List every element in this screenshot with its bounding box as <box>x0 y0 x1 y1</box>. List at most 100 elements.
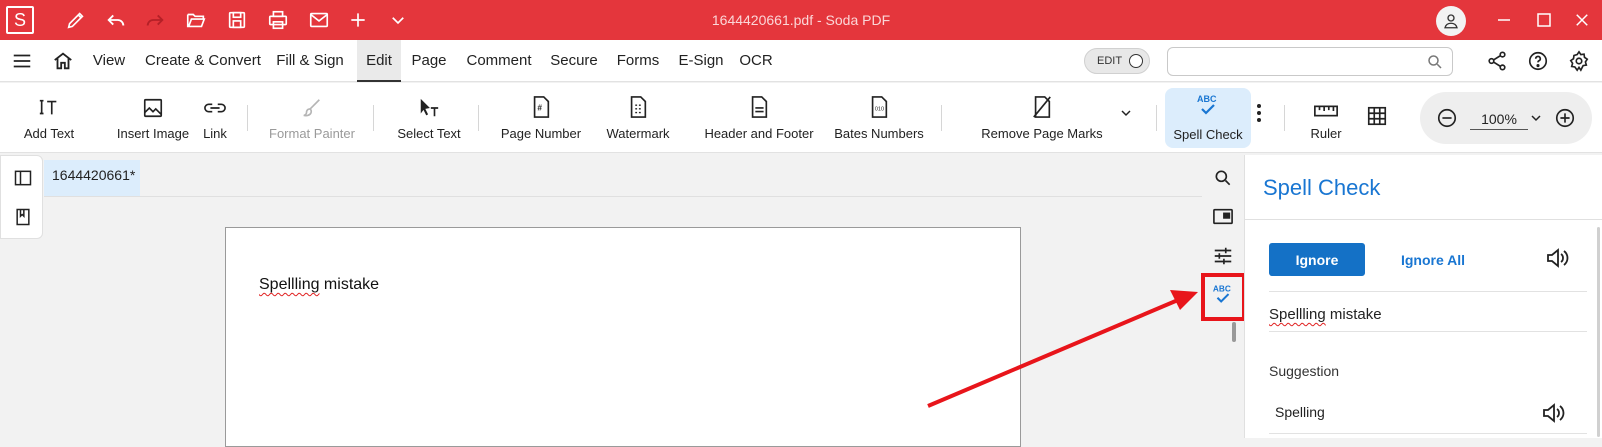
preview-window-icon[interactable] <box>1211 205 1235 229</box>
ruler-label: Ruler <box>1310 126 1342 141</box>
ignore-button[interactable]: Ignore <box>1269 243 1365 276</box>
bates-numbers-button[interactable]: 010 Bates Numbers <box>829 83 929 153</box>
zoom-select[interactable]: 100% <box>1470 108 1528 130</box>
speaker-icon[interactable] <box>1545 246 1571 272</box>
panel-toggle-icon[interactable] <box>11 166 35 190</box>
hamburger-menu-icon[interactable] <box>10 49 34 73</box>
remove-page-marks-label: Remove Page Marks <box>981 126 1103 141</box>
suggestion-item[interactable]: Spelling <box>1275 404 1325 420</box>
mistake-word: Spellling <box>1269 306 1326 323</box>
remove-marks-dropdown[interactable] <box>1118 105 1140 129</box>
ignore-all-button[interactable]: Ignore All <box>1385 243 1481 276</box>
menu-forms[interactable]: Forms <box>611 40 665 82</box>
search-box <box>1167 47 1453 76</box>
help-icon[interactable] <box>1526 49 1550 73</box>
spell-check-label: Spell Check <box>1173 127 1243 142</box>
page-number-icon: # <box>530 95 552 119</box>
menu-create-convert[interactable]: Create & Convert <box>140 40 266 82</box>
page-text-rest: mistake <box>319 276 380 293</box>
pdf-page[interactable]: Spellling mistake <box>225 227 1021 447</box>
ribbon-separator <box>1156 105 1157 131</box>
menu-secure[interactable]: Secure <box>546 40 602 82</box>
insert-image-label: Insert Image <box>116 126 190 141</box>
select-text-label: Select Text <box>397 126 461 141</box>
mistake-sentence: Spellling mistake <box>1269 306 1382 323</box>
watermark-label: Watermark <box>606 126 670 141</box>
more-options-icon[interactable] <box>1256 103 1270 133</box>
settings-gear-icon[interactable] <box>1567 49 1591 73</box>
search-icon[interactable] <box>1211 166 1235 190</box>
image-icon <box>142 97 164 119</box>
document-tab[interactable]: 1644420661* <box>44 160 140 196</box>
home-icon[interactable] <box>51 49 75 73</box>
watermark-button[interactable]: Watermark <box>603 83 673 153</box>
search-icon[interactable] <box>1426 53 1444 71</box>
open-folder-icon[interactable] <box>178 0 214 40</box>
menu-page[interactable]: Page <box>407 40 451 82</box>
edit-toggle-label: EDIT <box>1097 55 1123 67</box>
menu-comment[interactable]: Comment <box>461 40 537 82</box>
page-number-button[interactable]: # Page Number <box>497 83 585 153</box>
undo-icon[interactable] <box>98 0 134 40</box>
misspelled-word[interactable]: Spellling <box>259 276 319 293</box>
menu-view[interactable]: View <box>86 40 132 82</box>
left-sidebar-rail <box>0 155 43 239</box>
print-icon[interactable] <box>260 0 296 40</box>
user-avatar-icon[interactable] <box>1436 6 1466 36</box>
format-painter-button[interactable]: Format Painter <box>264 83 360 153</box>
chevron-down-icon[interactable] <box>1528 110 1544 126</box>
share-icon[interactable] <box>1485 49 1509 73</box>
svg-text:010: 010 <box>875 107 884 113</box>
app-logo[interactable]: S <box>6 6 34 34</box>
grid-icon[interactable] <box>1366 105 1396 131</box>
remove-page-marks-button[interactable]: Remove Page Marks <box>980 83 1104 153</box>
zoom-out-icon[interactable] <box>1436 107 1458 129</box>
format-painter-label: Format Painter <box>269 126 355 141</box>
page-text-line[interactable]: Spellling mistake <box>259 276 379 294</box>
ribbon-separator <box>247 105 248 131</box>
zoom-in-icon[interactable] <box>1554 107 1576 129</box>
bates-icon: 010 <box>868 95 890 119</box>
ruler-icon <box>1313 103 1339 119</box>
plus-icon[interactable] <box>340 0 376 40</box>
pen-icon[interactable] <box>58 0 94 40</box>
menu-bar: View Create & Convert Fill & Sign Edit P… <box>0 40 1602 82</box>
bookmark-icon[interactable] <box>11 205 35 229</box>
minimize-icon[interactable] <box>1484 0 1524 40</box>
panel-divider <box>1269 433 1587 434</box>
rail-scrollbar[interactable] <box>1232 322 1236 342</box>
watermark-icon <box>627 95 649 119</box>
header-footer-button[interactable]: Header and Footer <box>691 83 827 153</box>
menu-fill-sign[interactable]: Fill & Sign <box>272 40 348 82</box>
adjust-sliders-icon[interactable] <box>1211 244 1235 268</box>
select-text-button[interactable]: Select Text <box>392 83 466 153</box>
link-button[interactable]: Link <box>200 83 230 153</box>
add-text-label: Add Text <box>23 126 75 141</box>
zoom-value: 100% <box>1481 111 1517 127</box>
add-text-button[interactable]: Add Text <box>18 83 80 153</box>
speaker-icon[interactable] <box>1541 401 1567 427</box>
menu-ocr[interactable]: OCR <box>736 40 776 82</box>
svg-text:ABC: ABC <box>1197 94 1217 104</box>
spell-check-panel: Spell Check Ignore Ignore All Spellling … <box>1244 155 1602 438</box>
save-icon[interactable] <box>219 0 255 40</box>
chevron-down-icon[interactable] <box>380 0 416 40</box>
email-icon[interactable] <box>301 0 337 40</box>
ribbon-separator <box>373 105 374 131</box>
svg-text:#: # <box>537 104 542 113</box>
edit-mode-toggle[interactable]: EDIT <box>1084 48 1150 74</box>
header-footer-label: Header and Footer <box>704 126 814 141</box>
maximize-icon[interactable] <box>1524 0 1564 40</box>
close-icon[interactable] <box>1562 0 1602 40</box>
spell-check-button[interactable]: ABC Spell Check <box>1165 88 1251 148</box>
insert-image-button[interactable]: Insert Image <box>99 83 207 153</box>
select-text-icon <box>417 97 441 119</box>
panel-scrollbar[interactable] <box>1597 227 1600 437</box>
remove-marks-icon <box>1031 95 1053 119</box>
search-input[interactable] <box>1168 48 1408 75</box>
title-bar: S 1644420661.pdf - Soda PDF <box>0 0 1602 40</box>
menu-e-sign[interactable]: E-Sign <box>676 40 726 82</box>
ruler-button[interactable]: Ruler <box>1305 83 1347 153</box>
redo-icon[interactable] <box>137 0 173 40</box>
menu-edit[interactable]: Edit <box>357 40 401 82</box>
